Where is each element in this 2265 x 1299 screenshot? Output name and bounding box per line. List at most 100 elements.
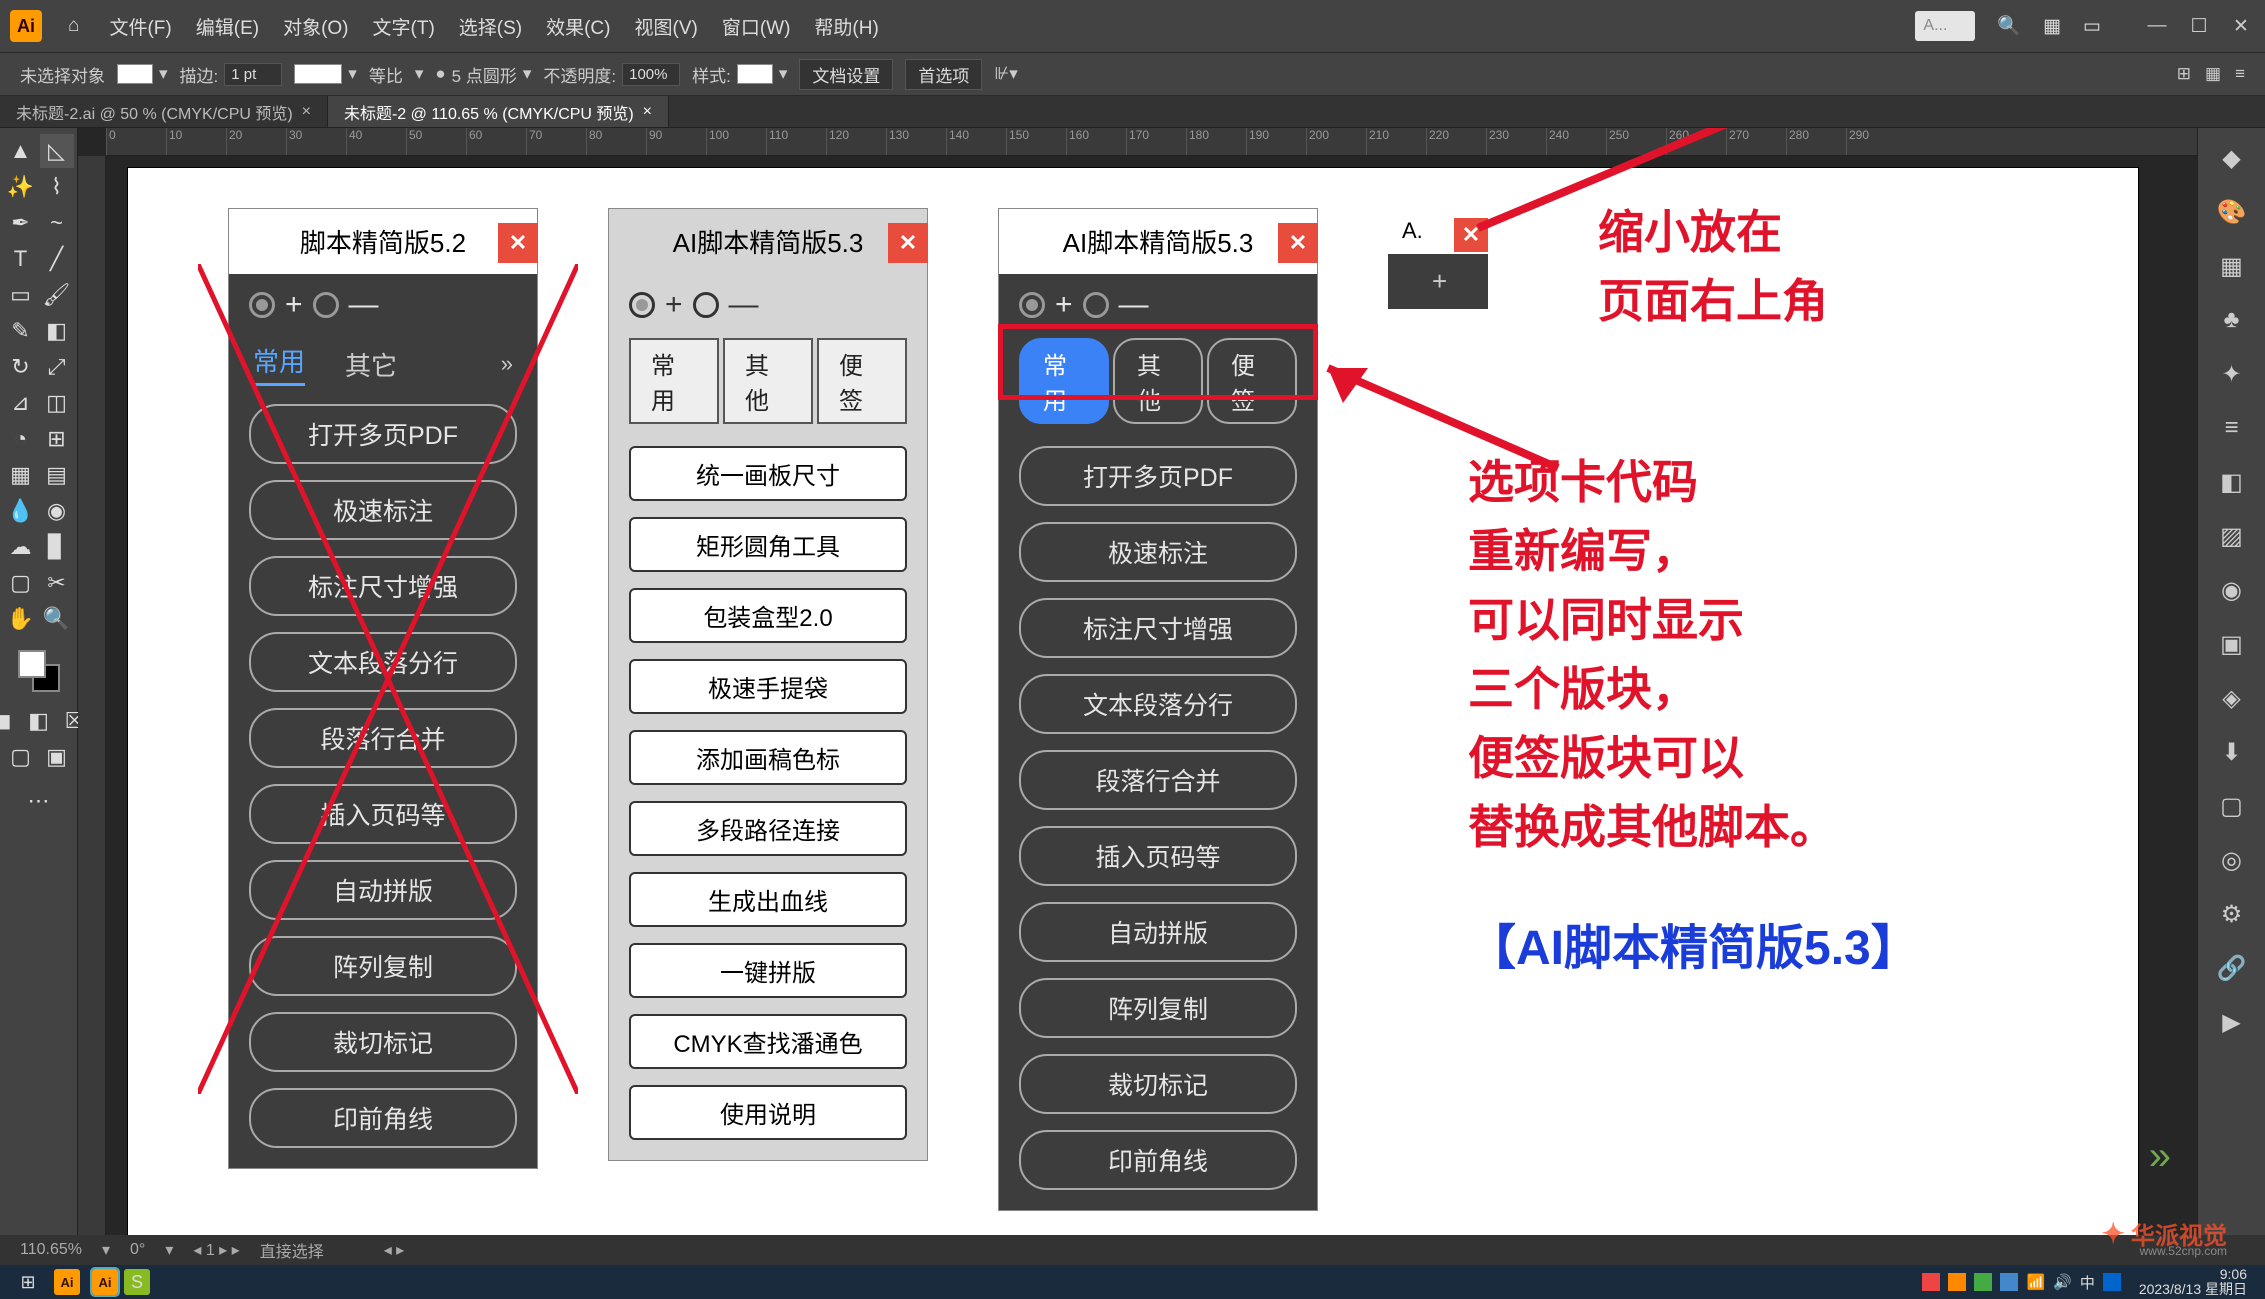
panel-52-close[interactable]: ✕ (498, 223, 538, 263)
curvature-tool[interactable]: ~ (40, 206, 74, 240)
canvas[interactable]: 0102030405060708090100110120130140150160… (78, 128, 2197, 1235)
tab-other[interactable]: 其他 (723, 338, 813, 424)
links-panel-icon[interactable]: 🔗 (2212, 948, 2252, 988)
free-transform-tool[interactable]: ◫ (40, 386, 74, 420)
tray-icon-3[interactable] (1974, 1273, 1992, 1291)
opacity-input[interactable] (622, 63, 680, 86)
panel-52-tab-active[interactable]: 常用 (253, 342, 305, 386)
radio-selected-icon[interactable] (1019, 292, 1045, 318)
eraser-tool[interactable]: ◧ (40, 314, 74, 348)
color-panel-icon[interactable]: 🎨 (2212, 192, 2252, 232)
radio-icon[interactable] (313, 292, 339, 318)
panel-53d-btn-0[interactable]: 打开多页PDF (1019, 446, 1297, 506)
start-button[interactable]: ⊞ (8, 1268, 48, 1296)
artboard-tool[interactable]: ▢ (4, 566, 38, 600)
search-top[interactable]: A... (1915, 11, 1975, 41)
menu-view[interactable]: 视图(V) (635, 13, 698, 40)
actions-panel-icon[interactable]: ⚙ (2212, 894, 2252, 934)
brushes-panel-icon[interactable]: ♣ (2212, 300, 2252, 340)
fill-swatch[interactable] (117, 64, 153, 84)
taskbar-ai-icon[interactable]: Ai (54, 1269, 80, 1295)
gradient-tool[interactable]: ▤ (40, 458, 74, 492)
blend-tool[interactable]: ◉ (40, 494, 74, 528)
panel-53-dark-close[interactable]: ✕ (1278, 223, 1318, 263)
stroke-input[interactable] (224, 63, 282, 86)
tray-network-icon[interactable]: 📶 (2026, 1273, 2045, 1291)
zoom-level[interactable]: 110.65% (20, 1241, 82, 1259)
radio-selected-icon[interactable] (629, 292, 655, 318)
panel-53l-btn-8[interactable]: CMYK查找潘通色 (629, 1014, 907, 1069)
panel-53l-btn-7[interactable]: 一键拼版 (629, 943, 907, 998)
selection-tool[interactable]: ▲ (4, 134, 38, 168)
panel-53l-btn-6[interactable]: 生成出血线 (629, 872, 907, 927)
shape-builder-tool[interactable]: ◔ (4, 422, 38, 456)
panel-grid-icon[interactable]: ▦ (2205, 64, 2221, 84)
line-tool[interactable]: ╱ (40, 242, 74, 276)
swatches-panel-icon[interactable]: ▦ (2212, 246, 2252, 286)
panel-53d-btn-1[interactable]: 极速标注 (1019, 522, 1297, 582)
symbols-panel-icon[interactable]: ✦ (2212, 354, 2252, 394)
rectangle-tool[interactable]: ▭ (4, 278, 38, 312)
tab-notes[interactable]: 便签 (1207, 338, 1297, 424)
graph-tool[interactable]: ▊ (40, 530, 74, 564)
panel-53d-btn-4[interactable]: 段落行合并 (1019, 750, 1297, 810)
tab-notes[interactable]: 便签 (817, 338, 907, 424)
radio-selected-icon[interactable] (1404, 272, 1424, 292)
doc-tab-2[interactable]: 未标题-2 @ 110.65 % (CMYK/CPU 预览) × (328, 96, 669, 127)
panel-52-btn-6[interactable]: 自动拼版 (249, 860, 517, 920)
workspace-icon[interactable]: ▭ (2083, 15, 2101, 38)
pen-tool[interactable]: ✒ (4, 206, 38, 240)
arrange-icon[interactable]: ▦ (2043, 15, 2061, 38)
radio-icon[interactable] (1083, 292, 1109, 318)
layers-panel-icon[interactable]: ◈ (2212, 678, 2252, 718)
minimize-button[interactable]: — (2143, 12, 2171, 40)
radio-selected-icon[interactable] (249, 292, 275, 318)
taskbar-clock[interactable]: 9:06 2023/8/13 星期日 (2129, 1267, 2257, 1298)
panel-52-btn-2[interactable]: 标注尺寸增强 (249, 556, 517, 616)
panel-53-light-close[interactable]: ✕ (888, 223, 928, 263)
type-tool[interactable]: T (4, 242, 38, 276)
tray-volume-icon[interactable]: 🔊 (2053, 1273, 2072, 1291)
panel-53d-btn-6[interactable]: 自动拼版 (1019, 902, 1297, 962)
doc-tab-1[interactable]: 未标题-2.ai @ 50 % (CMYK/CPU 预览) × (0, 96, 328, 127)
scale-tool[interactable]: ⤢ (40, 350, 74, 384)
menu-type[interactable]: 文字(T) (373, 13, 435, 40)
direct-selection-tool[interactable]: ◺ (40, 134, 74, 168)
play-panel-icon[interactable]: ▶ (2212, 1002, 2252, 1042)
edit-toolbar-icon[interactable]: ⋯ (22, 784, 56, 818)
shaper-tool[interactable]: ✎ (4, 314, 38, 348)
align-icon[interactable]: ⊮▾ (994, 64, 1017, 84)
properties-panel-icon[interactable]: ◆ (2212, 138, 2252, 178)
panel-52-btn-9[interactable]: 印前角线 (249, 1088, 517, 1148)
panel-53d-btn-5[interactable]: 插入页码等 (1019, 826, 1297, 886)
menu-help[interactable]: 帮助(H) (814, 13, 878, 40)
tray-icon-2[interactable] (1948, 1273, 1966, 1291)
panel-53l-btn-0[interactable]: 统一画板尺寸 (629, 446, 907, 501)
doc-setup-button[interactable]: 文档设置 (799, 59, 893, 90)
gradient-panel-icon[interactable]: ◧ (2212, 462, 2252, 502)
menu-select[interactable]: 选择(S) (459, 13, 522, 40)
panel-52-btn-1[interactable]: 极速标注 (249, 480, 517, 540)
panel-53d-btn-7[interactable]: 阵列复制 (1019, 978, 1297, 1038)
panel-53d-btn-2[interactable]: 标注尺寸增强 (1019, 598, 1297, 658)
artboard-nav[interactable]: 1 (206, 1242, 215, 1259)
transparency-panel-icon[interactable]: ▨ (2212, 516, 2252, 556)
panel-53l-btn-5[interactable]: 多段路径连接 (629, 801, 907, 856)
style-swatch[interactable] (737, 64, 773, 84)
rotate-level[interactable]: 0° (130, 1241, 145, 1259)
lasso-tool[interactable]: ⌇ (40, 170, 74, 204)
menu-edit[interactable]: 编辑(E) (196, 13, 259, 40)
maximize-button[interactable]: ☐ (2185, 12, 2213, 40)
menu-effect[interactable]: 效果(C) (546, 13, 610, 40)
gradient-mode-icon[interactable]: ◧ (22, 704, 56, 738)
menu-file[interactable]: 文件(F) (109, 13, 171, 40)
panel-52-btn-7[interactable]: 阵列复制 (249, 936, 517, 996)
panel-53d-btn-8[interactable]: 裁切标记 (1019, 1054, 1297, 1114)
radio-icon[interactable] (693, 292, 719, 318)
home-icon[interactable]: ⌂ (68, 15, 79, 37)
asset-export-panel-icon[interactable]: ⬇ (2212, 732, 2252, 772)
tray-ime-icon[interactable]: 中 (2080, 1272, 2095, 1293)
stroke-panel-icon[interactable]: ≡ (2212, 408, 2252, 448)
tab-common[interactable]: 常用 (629, 338, 719, 424)
mini-panel-close[interactable]: ✕ (1454, 218, 1488, 252)
